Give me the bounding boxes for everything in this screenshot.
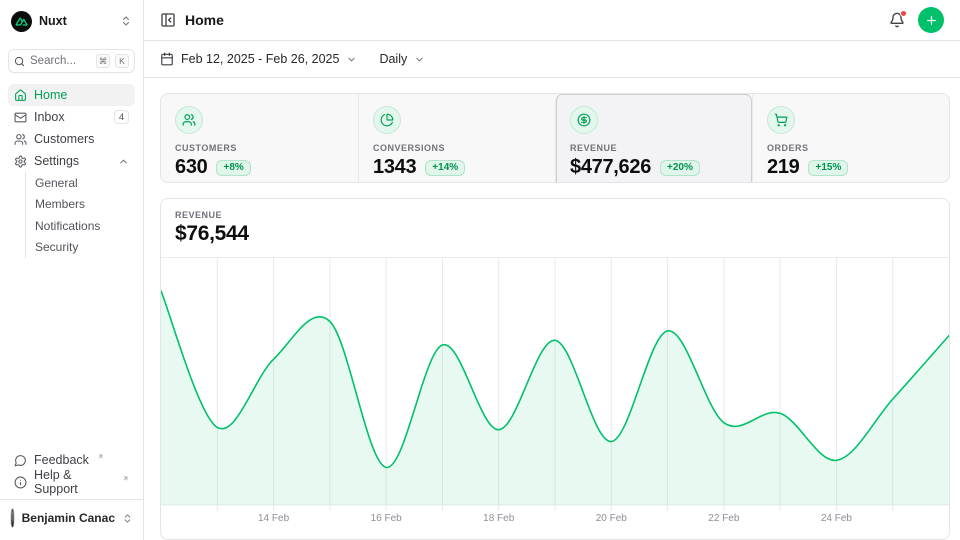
x-tick-label: 20 Feb [596, 513, 627, 524]
external-link-icon [122, 475, 129, 482]
sidebar-spacer [8, 258, 135, 449]
stat-value: 1343 [373, 156, 416, 179]
user-name: Benjamin Canac [22, 511, 115, 525]
stat-value: 219 [767, 156, 799, 179]
x-tick-label: 22 Feb [708, 513, 739, 524]
chart-header: REVENUE $76,544 [161, 199, 949, 258]
sidebar-item-label: Settings [34, 154, 79, 168]
chevron-up-icon [118, 156, 129, 167]
stat-card-customers[interactable]: CUSTOMERS 630 +8% [161, 94, 358, 183]
page-title: Home [185, 12, 224, 28]
top-header: Home [144, 0, 960, 41]
period-select[interactable]: Daily [379, 52, 425, 66]
sidebar-nav: Home Inbox 4 Customers Settings Genera [8, 84, 135, 258]
stat-card-conversions[interactable]: CONVERSIONS 1343 +14% [358, 94, 555, 183]
search-input[interactable]: Search... ⌘ K [8, 49, 135, 73]
footer-link-label: Help & Support [34, 468, 114, 496]
sidebar-item-label: Home [34, 88, 67, 102]
external-link-icon [97, 453, 104, 460]
x-tick-label: 18 Feb [483, 513, 514, 524]
chevron-down-icon [414, 54, 425, 65]
x-tick-label: 16 Feb [371, 513, 402, 524]
stat-card-revenue[interactable]: REVENUE $477,626 +20% [555, 94, 752, 183]
stat-value: $477,626 [570, 156, 651, 179]
stat-label: ORDERS [767, 143, 935, 153]
dashboard-content: CUSTOMERS 630 +8% CONVERSIONS 1343 +14% [144, 78, 960, 540]
users-icon [175, 106, 203, 134]
sidebar-item-customers[interactable]: Customers [8, 128, 135, 150]
message-bubble-icon [14, 454, 27, 467]
inbox-mail-icon [14, 111, 27, 124]
main-panel: Home Feb 12, 2025 - Feb 26, 2025 [144, 0, 960, 540]
stat-delta-badge: +20% [660, 160, 700, 176]
add-button[interactable] [918, 7, 944, 33]
users-icon [14, 133, 27, 146]
chevrons-up-down-icon [120, 15, 132, 27]
sidebar-collapse-button[interactable] [160, 12, 176, 28]
notification-dot [900, 10, 907, 17]
stat-delta-badge: +14% [425, 160, 465, 176]
notifications-button[interactable] [889, 12, 905, 28]
stat-card-orders[interactable]: ORDERS 219 +15% [752, 94, 949, 183]
chevrons-up-down-icon [122, 513, 133, 524]
sidebar-item-label: Inbox [34, 110, 65, 124]
pie-chart-icon [373, 106, 401, 134]
date-range-picker[interactable]: Feb 12, 2025 - Feb 26, 2025 [160, 52, 357, 66]
chevron-down-icon [346, 54, 357, 65]
revenue-chart-svg [161, 258, 949, 511]
avatar [10, 508, 15, 528]
info-circle-icon [14, 476, 27, 489]
plus-icon [925, 14, 938, 27]
sidebar-item-inbox[interactable]: Inbox 4 [8, 106, 135, 128]
sidebar: Nuxt Search... ⌘ K Home Inbox 4 [0, 0, 144, 540]
period-value: Daily [379, 52, 407, 66]
workspace-name: Nuxt [39, 14, 67, 28]
stat-value: 630 [175, 156, 207, 179]
search-icon [14, 56, 25, 67]
x-axis-labels: 14 Feb 16 Feb 18 Feb 20 Feb 22 Feb 24 Feb [161, 511, 949, 529]
stat-label: REVENUE [570, 143, 738, 153]
sidebar-item-settings[interactable]: Settings [8, 150, 135, 172]
revenue-chart-plot[interactable] [161, 258, 949, 511]
nuxt-logo-icon [11, 11, 32, 32]
inbox-count-badge: 4 [114, 110, 129, 124]
sidebar-item-notifications[interactable]: Notifications [26, 215, 135, 237]
chart-label: REVENUE [175, 210, 935, 220]
stat-delta-badge: +8% [216, 160, 250, 176]
x-tick-label: 14 Feb [258, 513, 289, 524]
gear-icon [14, 155, 27, 168]
stat-label: CONVERSIONS [373, 143, 541, 153]
search-placeholder: Search... [30, 55, 91, 67]
calendar-icon [160, 52, 174, 66]
kbd-k: K [115, 54, 129, 68]
panel-left-close-icon [160, 12, 176, 28]
workspace-switcher[interactable]: Nuxt [8, 8, 135, 34]
sidebar-item-general[interactable]: General [26, 172, 135, 194]
sidebar-item-security[interactable]: Security [26, 237, 135, 259]
chart-value: $76,544 [175, 222, 935, 246]
stats-cards: CUSTOMERS 630 +8% CONVERSIONS 1343 +14% [160, 93, 950, 183]
sidebar-item-home[interactable]: Home [8, 84, 135, 106]
cart-icon [767, 106, 795, 134]
stat-delta-badge: +15% [808, 160, 848, 176]
stat-label: CUSTOMERS [175, 143, 344, 153]
kbd-cmd: ⌘ [96, 54, 110, 68]
settings-subnav: General Members Notifications Security [25, 172, 135, 258]
filters-toolbar: Feb 12, 2025 - Feb 26, 2025 Daily [144, 41, 960, 78]
circle-dollar-icon [570, 106, 598, 134]
header-actions [889, 7, 944, 33]
date-range-value: Feb 12, 2025 - Feb 26, 2025 [181, 52, 339, 66]
revenue-chart-card: REVENUE $76,544 14 Feb 16 Feb 18 Feb 20 Feb… [160, 198, 950, 540]
sidebar-item-label: Customers [34, 132, 94, 146]
sidebar-footer-links: Feedback Help & Support [8, 449, 135, 493]
help-support-link[interactable]: Help & Support [8, 471, 135, 493]
footer-link-label: Feedback [34, 453, 89, 467]
sidebar-item-members[interactable]: Members [26, 194, 135, 216]
home-icon [14, 89, 27, 102]
user-menu[interactable]: Benjamin Canac [0, 499, 143, 532]
x-tick-label: 24 Feb [821, 513, 852, 524]
